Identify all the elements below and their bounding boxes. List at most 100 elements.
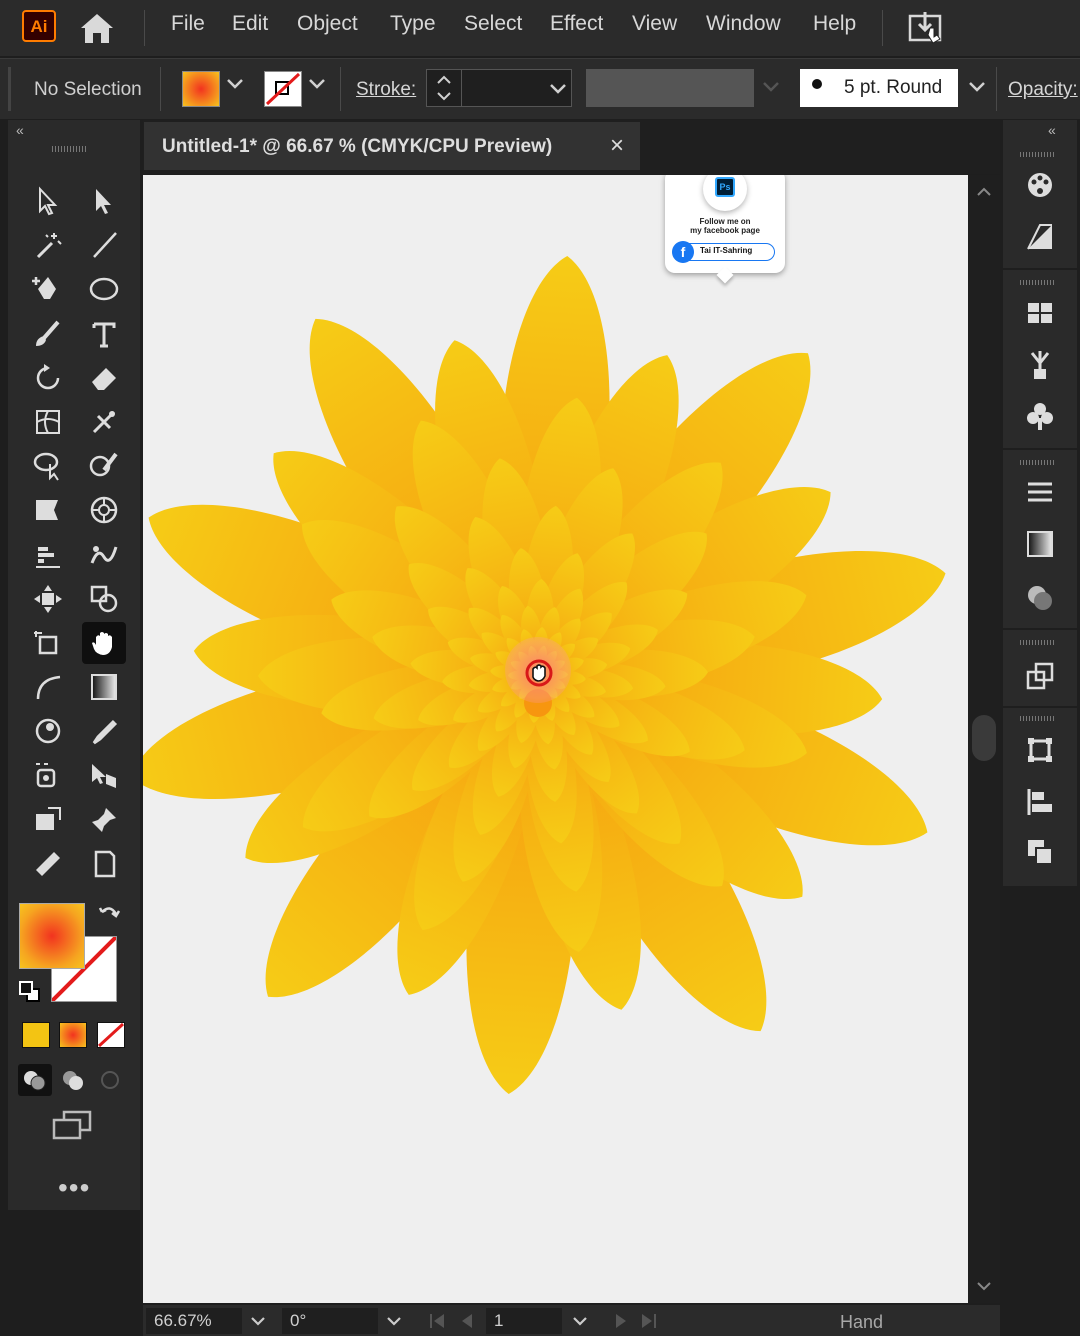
panel-grip[interactable] [1020, 460, 1056, 465]
image-trace-icon[interactable] [26, 755, 70, 797]
close-tab-icon[interactable]: × [610, 132, 624, 160]
rotate-icon[interactable] [26, 357, 70, 399]
menu-effect[interactable]: Effect [550, 12, 603, 36]
perspective-icon[interactable] [26, 710, 70, 752]
draw-behind-icon[interactable] [56, 1064, 90, 1096]
default-colors-icon[interactable] [18, 980, 42, 1009]
curvature-icon[interactable] [26, 666, 70, 708]
align-panel-icon[interactable] [1024, 786, 1056, 818]
profile-dropdown-icon[interactable] [762, 80, 780, 99]
gradient-icon[interactable] [82, 666, 126, 708]
rotation-field[interactable]: 0° [282, 1308, 378, 1334]
artboard-dropdown-icon[interactable] [572, 1316, 588, 1328]
free-transform-icon[interactable] [26, 578, 70, 620]
none-mode-button[interactable] [97, 1022, 125, 1048]
color-guide-icon[interactable] [1024, 221, 1056, 253]
brush-dropdown-icon[interactable] [968, 80, 986, 99]
color-panel-icon[interactable] [1024, 169, 1056, 201]
scroll-thumb[interactable] [972, 715, 996, 761]
menu-view[interactable]: View [632, 12, 677, 36]
draw-inside-icon[interactable] [94, 1064, 128, 1096]
shape-builder-icon[interactable] [82, 578, 126, 620]
symbols-icon[interactable] [1024, 400, 1056, 432]
previous-artboard-icon[interactable] [458, 1312, 476, 1330]
transparency-icon[interactable] [1024, 582, 1056, 614]
screen-mode-icon[interactable] [52, 1110, 94, 1147]
menu-type[interactable]: Type [390, 12, 436, 36]
swatches-icon[interactable] [1024, 297, 1056, 329]
pathfinder-icon[interactable] [1024, 836, 1056, 868]
lasso-icon[interactable] [26, 445, 70, 487]
next-artboard-icon[interactable] [612, 1312, 630, 1330]
menu-window[interactable]: Window [706, 12, 781, 36]
gradient-mode-button[interactable] [59, 1022, 87, 1048]
paintbrush-icon[interactable] [26, 313, 70, 355]
asset-export-icon[interactable] [1024, 660, 1056, 692]
scroll-down-icon[interactable] [976, 1281, 992, 1293]
slice-icon[interactable] [26, 799, 70, 841]
measure-icon[interactable] [26, 843, 70, 885]
menu-file[interactable]: File [171, 12, 205, 36]
panel-grip[interactable] [1020, 280, 1056, 285]
stroke-label[interactable]: Stroke: [356, 79, 416, 101]
opacity-label[interactable]: Opacity: [1008, 79, 1078, 101]
stroke-panel-icon[interactable] [1024, 476, 1056, 508]
live-paint-select-icon[interactable] [82, 755, 126, 797]
artboard[interactable]: Ps Follow me on my facebook page f Tai I… [143, 175, 968, 1303]
fill-swatch[interactable] [182, 71, 220, 107]
mesh-icon[interactable] [26, 401, 70, 443]
ellipse-icon[interactable] [82, 268, 126, 310]
pin-icon[interactable] [82, 799, 126, 841]
draw-normal-icon[interactable] [18, 1064, 52, 1096]
share-icon[interactable] [908, 12, 944, 44]
stroke-swatch[interactable] [264, 71, 302, 107]
last-artboard-icon[interactable] [640, 1312, 658, 1330]
selection-icon[interactable] [26, 180, 70, 222]
fill-color-box-front[interactable] [19, 903, 85, 969]
variable-width-profile[interactable] [586, 69, 754, 107]
puppet-warp-icon[interactable] [82, 401, 126, 443]
menu-select[interactable]: Select [464, 12, 522, 36]
panel-grip[interactable] [1020, 640, 1056, 645]
document-tab[interactable]: Untitled-1* @ 66.67 % (CMYK/CPU Preview)… [144, 122, 640, 170]
direct-selection-icon[interactable] [82, 180, 126, 222]
collapse-icon[interactable]: « [16, 122, 24, 138]
brush-definition[interactable]: 5 pt. Round [800, 69, 958, 107]
menu-object[interactable]: Object [297, 12, 358, 36]
stroke-weight-dropdown-icon[interactable] [549, 82, 567, 96]
edit-toolbar-icon[interactable]: ••• [58, 1172, 90, 1204]
shaper-icon[interactable] [82, 445, 126, 487]
collapse-right-icon[interactable]: « [1048, 122, 1056, 138]
vertical-scrollbar[interactable] [968, 175, 1000, 1303]
graph-icon[interactable] [26, 534, 70, 576]
first-artboard-icon[interactable] [428, 1312, 446, 1330]
type-icon[interactable] [82, 313, 126, 355]
magic-wand-icon[interactable] [26, 224, 70, 266]
zoom-field[interactable]: 66.67% [146, 1308, 242, 1334]
color-mode-button[interactable] [22, 1022, 50, 1048]
menu-help[interactable]: Help [813, 12, 856, 36]
panel-grip[interactable] [1020, 152, 1056, 157]
live-paint-icon[interactable] [26, 489, 70, 531]
eraser-icon[interactable] [82, 357, 126, 399]
transform-panel-icon[interactable] [1024, 734, 1056, 766]
artboard-icon[interactable] [26, 622, 70, 664]
zoom-dropdown-icon[interactable] [250, 1316, 266, 1328]
artboard-number-field[interactable]: 1 [486, 1308, 562, 1334]
pen-icon[interactable] [26, 268, 70, 310]
panel-grip[interactable] [1020, 716, 1056, 721]
blend-icon[interactable] [82, 534, 126, 576]
hand-icon[interactable] [82, 622, 126, 664]
line-segment-icon[interactable] [82, 224, 126, 266]
symbol-sprayer-icon[interactable] [82, 489, 126, 531]
fill-dropdown-icon[interactable] [226, 77, 244, 96]
menu-edit[interactable]: Edit [232, 12, 268, 36]
swap-colors-icon[interactable] [98, 904, 122, 933]
page-icon[interactable] [82, 843, 126, 885]
brushes-icon[interactable] [1024, 349, 1056, 381]
gradient-panel-icon[interactable] [1024, 528, 1056, 560]
home-icon[interactable] [78, 10, 116, 46]
stroke-weight-stepper[interactable] [426, 69, 572, 107]
scroll-up-icon[interactable] [976, 185, 992, 197]
eyedropper-icon[interactable] [82, 710, 126, 752]
